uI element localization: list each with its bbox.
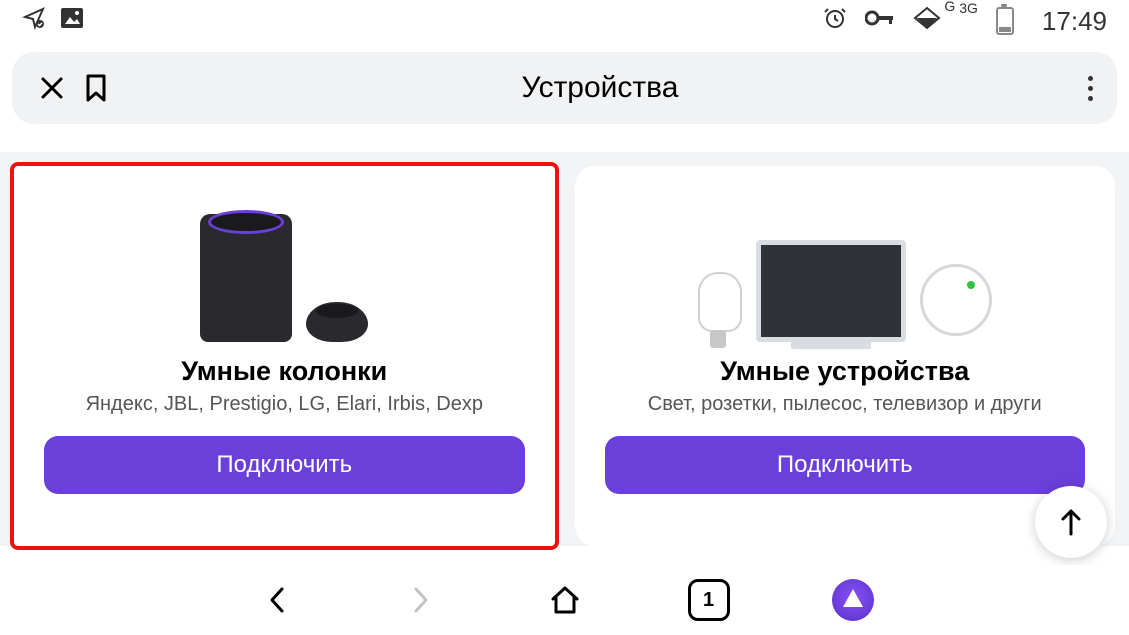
bottom-nav: 1 [0,565,1129,635]
alarm-icon [823,6,847,36]
back-button[interactable] [255,578,299,622]
battery-icon [996,7,1014,35]
page-title: Устройства [118,71,1082,105]
network-3g-label: 3G [959,2,978,14]
tabs-count: 1 [703,589,714,612]
bulb-icon [698,272,742,332]
speaker-large-icon [200,214,292,342]
speakers-art [200,192,368,342]
bookmark-button[interactable] [74,66,118,110]
alice-button[interactable] [831,578,875,622]
content-area: Умные колонки Яндекс, JBL, Prestigio, LG… [0,152,1129,552]
devices-art [698,192,992,342]
location-icon [22,6,46,36]
connect-speakers-button[interactable]: Подключить [44,436,525,494]
network-g-label: G [944,0,955,12]
forward-button[interactable] [399,578,443,622]
card-smart-devices[interactable]: Умные устройства Свет, розетки, пылесос,… [575,166,1116,546]
speaker-small-icon [306,302,368,342]
android-status-bar: G 3G 17:49 [0,0,1129,42]
image-icon [60,7,84,35]
connect-devices-button[interactable]: Подключить [605,436,1086,494]
clock: 17:49 [1042,6,1107,37]
card-speakers-title: Умные колонки [181,356,387,387]
card-devices-title: Умные устройства [720,356,969,387]
wifi-icon: G [913,6,941,36]
card-devices-subtitle: Свет, розетки, пылесос, телевизор и друг… [648,393,1042,416]
sensor-icon [920,264,992,336]
card-speakers-subtitle: Яндекс, JBL, Prestigio, LG, Elari, Irbis… [86,393,483,416]
alice-icon [832,579,874,621]
scroll-top-fab[interactable] [1035,486,1107,558]
more-menu-button[interactable] [1082,76,1099,101]
vpn-key-icon [865,9,895,33]
tv-icon [756,240,906,342]
close-button[interactable] [30,66,74,110]
card-smart-speakers[interactable]: Умные колонки Яндекс, JBL, Prestigio, LG… [14,166,555,546]
home-button[interactable] [543,578,587,622]
browser-bar: Устройства [12,52,1117,124]
tabs-button[interactable]: 1 [687,578,731,622]
